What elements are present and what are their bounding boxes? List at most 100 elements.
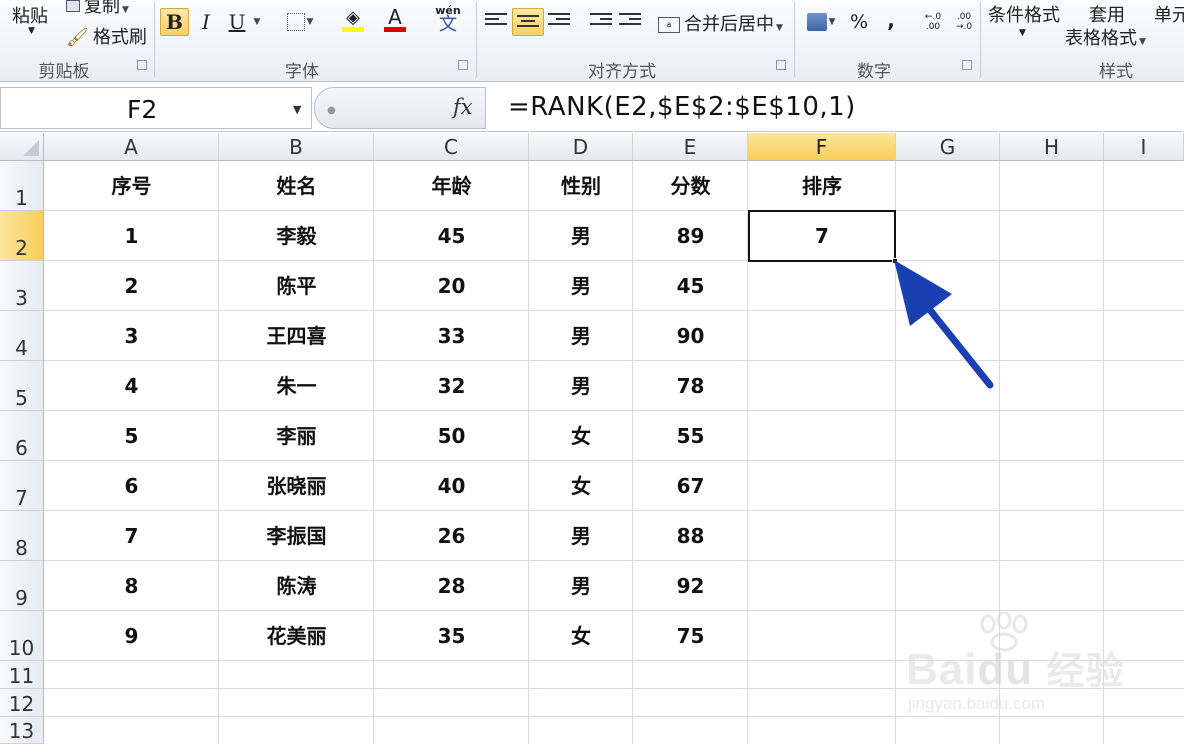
phonetic-button[interactable]: wén 文 xyxy=(428,4,468,34)
cell-e2[interactable]: 89 xyxy=(633,211,748,261)
cell-c3[interactable]: 20 xyxy=(374,261,529,311)
cell-c7[interactable]: 40 xyxy=(374,461,529,511)
column-header-b[interactable]: B xyxy=(219,133,374,161)
cell-e5[interactable]: 78 xyxy=(633,361,748,411)
cell-d6[interactable]: 女 xyxy=(529,411,633,461)
cell-c10[interactable]: 35 xyxy=(374,611,529,661)
row-header-4[interactable]: 4 xyxy=(0,311,44,361)
font-launcher-icon[interactable] xyxy=(458,60,468,70)
column-header-g[interactable]: G xyxy=(896,133,1000,161)
formula-input[interactable]: =RANK(E2,$E$2:$E$10,1) xyxy=(508,92,856,122)
select-all-button[interactable] xyxy=(0,133,44,161)
decrease-indent-icon[interactable] xyxy=(590,13,612,31)
column-header-e[interactable]: E xyxy=(633,133,748,161)
cell-d10[interactable]: 女 xyxy=(529,611,633,661)
increase-indent-icon[interactable] xyxy=(619,13,641,31)
italic-button[interactable]: I xyxy=(195,8,217,36)
header-cell-d[interactable]: 性别 xyxy=(529,161,633,211)
cell-b7[interactable]: 张晓丽 xyxy=(219,461,374,511)
row-header-10[interactable]: 10 xyxy=(0,611,44,661)
resize-handle-icon[interactable]: ● xyxy=(327,105,336,116)
row-header-2[interactable]: 2 xyxy=(0,211,44,261)
format-painter-button[interactable]: 🖌 格式刷 xyxy=(66,23,147,49)
align-center-button[interactable] xyxy=(512,8,544,36)
merge-center-button[interactable]: a 合并后居中 ▼ xyxy=(658,10,783,36)
align-right-icon[interactable] xyxy=(548,13,570,31)
row-header-7[interactable]: 7 xyxy=(0,461,44,511)
cell-c8[interactable]: 26 xyxy=(374,511,529,561)
cell-b10[interactable]: 花美丽 xyxy=(219,611,374,661)
active-cell[interactable]: 7 xyxy=(748,210,896,262)
name-box[interactable]: F2 ▼ xyxy=(0,87,312,129)
cell-styles-button[interactable]: 单元 xyxy=(1154,1,1184,27)
cell-a10[interactable]: 9 xyxy=(44,611,219,661)
cell-d9[interactable]: 男 xyxy=(529,561,633,611)
percent-button[interactable]: % xyxy=(846,8,872,36)
copy-button[interactable]: 复制 ▼ xyxy=(66,0,129,18)
cell-d7[interactable]: 女 xyxy=(529,461,633,511)
decrease-decimal-button[interactable]: .00 →.0 xyxy=(950,8,978,36)
column-header-c[interactable]: C xyxy=(374,133,529,161)
cell-b5[interactable]: 朱一 xyxy=(219,361,374,411)
cell-d3[interactable]: 男 xyxy=(529,261,633,311)
row-header-12[interactable]: 12 xyxy=(0,689,44,717)
cell-e10[interactable]: 75 xyxy=(633,611,748,661)
alignment-launcher-icon[interactable] xyxy=(776,60,786,70)
increase-decimal-button[interactable]: ←.0 .00 xyxy=(918,8,948,36)
insert-function-button[interactable]: fx xyxy=(453,95,473,119)
cell-d2[interactable]: 男 xyxy=(529,211,633,261)
column-header-a[interactable]: A xyxy=(44,133,219,161)
underline-dropdown[interactable]: ▼ xyxy=(250,8,262,36)
header-cell-f[interactable]: 排序 xyxy=(748,161,896,211)
cell-e7[interactable]: 67 xyxy=(633,461,748,511)
row-header-1[interactable]: 1 xyxy=(0,161,44,211)
cell-a6[interactable]: 5 xyxy=(44,411,219,461)
format-as-table-button[interactable]: 表格格式 ▼ xyxy=(1065,24,1146,50)
number-launcher-icon[interactable] xyxy=(962,60,972,70)
cell-d8[interactable]: 男 xyxy=(529,511,633,561)
cell-e9[interactable]: 92 xyxy=(633,561,748,611)
cell-b6[interactable]: 李丽 xyxy=(219,411,374,461)
align-left-icon[interactable] xyxy=(485,13,507,31)
cell-e3[interactable]: 45 xyxy=(633,261,748,311)
conditional-format-dropdown[interactable]: ▼ xyxy=(1019,28,1026,38)
accounting-format-button[interactable]: ▼ xyxy=(802,8,840,36)
fill-color-button[interactable]: ◈ xyxy=(333,6,373,34)
header-cell-c[interactable]: 年龄 xyxy=(374,161,529,211)
cell-b9[interactable]: 陈涛 xyxy=(219,561,374,611)
cell-a5[interactable]: 4 xyxy=(44,361,219,411)
row-header-6[interactable]: 6 xyxy=(0,411,44,461)
cell-b8[interactable]: 李振国 xyxy=(219,511,374,561)
cell-c9[interactable]: 28 xyxy=(374,561,529,611)
conditional-format-button[interactable]: 条件格式 xyxy=(988,1,1060,27)
cell-c6[interactable]: 50 xyxy=(374,411,529,461)
cell-e4[interactable]: 90 xyxy=(633,311,748,361)
cell-c5[interactable]: 32 xyxy=(374,361,529,411)
cell-b4[interactable]: 王四喜 xyxy=(219,311,374,361)
column-header-h[interactable]: H xyxy=(1000,133,1104,161)
cell-a7[interactable]: 6 xyxy=(44,461,219,511)
paste-dropdown[interactable]: ▼ xyxy=(28,26,35,36)
cell-d5[interactable]: 男 xyxy=(529,361,633,411)
cell-b2[interactable]: 李毅 xyxy=(219,211,374,261)
row-header-11[interactable]: 11 xyxy=(0,661,44,689)
cell-a3[interactable]: 2 xyxy=(44,261,219,311)
cell-e8[interactable]: 88 xyxy=(633,511,748,561)
header-cell-a[interactable]: 序号 xyxy=(44,161,219,211)
cell-c2[interactable]: 45 xyxy=(374,211,529,261)
row-header-13[interactable]: 13 xyxy=(0,717,44,744)
cell-c4[interactable]: 33 xyxy=(374,311,529,361)
cell-e6[interactable]: 55 xyxy=(633,411,748,461)
chevron-down-icon[interactable]: ▼ xyxy=(293,103,301,116)
paste-button[interactable]: 粘贴 xyxy=(12,2,48,28)
comma-button[interactable]: , xyxy=(880,6,902,34)
row-header-8[interactable]: 8 xyxy=(0,511,44,561)
column-header-d[interactable]: D xyxy=(529,133,633,161)
bold-button[interactable]: B xyxy=(160,8,189,36)
cell-b3[interactable]: 陈平 xyxy=(219,261,374,311)
cell-a4[interactable]: 3 xyxy=(44,311,219,361)
row-header-5[interactable]: 5 xyxy=(0,361,44,411)
clipboard-launcher-icon[interactable] xyxy=(137,60,147,70)
borders-button[interactable]: ▼ xyxy=(280,8,320,36)
column-header-f[interactable]: F xyxy=(748,133,896,161)
